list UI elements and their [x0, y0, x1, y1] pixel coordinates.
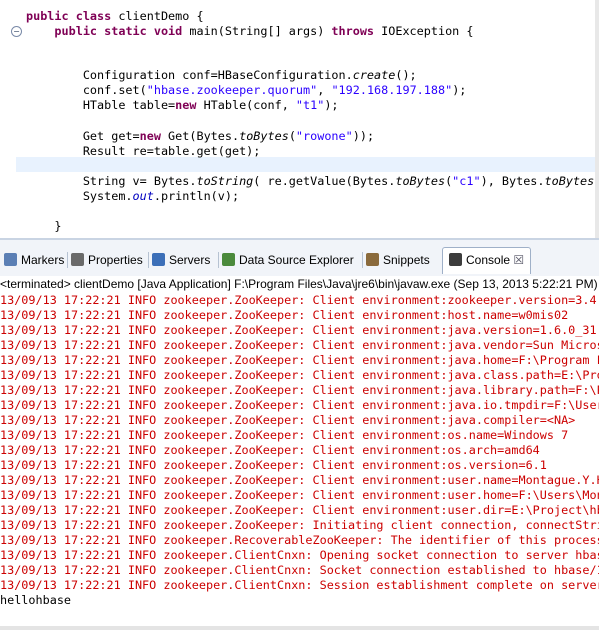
console-log-line: 13/09/13 17:22:21 INFO zookeeper.ClientC… — [0, 578, 599, 592]
console-log-line: 13/09/13 17:22:21 INFO zookeeper.ZooKeep… — [0, 488, 599, 502]
console-log-line: 13/09/13 17:22:21 INFO zookeeper.ZooKeep… — [0, 458, 547, 472]
console-program-output: hellohbase — [0, 593, 72, 607]
console-log-line: 13/09/13 17:22:21 INFO zookeeper.ZooKeep… — [0, 368, 599, 382]
tab-console[interactable]: Console ☒ — [442, 247, 532, 274]
console-log-line: 13/09/13 17:22:21 INFO zookeeper.ZooKeep… — [0, 413, 576, 427]
console-log-line: 13/09/13 17:22:21 INFO zookeeper.ZooKeep… — [0, 503, 599, 517]
tab-servers[interactable]: Servers — [152, 248, 210, 272]
editor-scrollbar[interactable] — [595, 0, 599, 238]
current-line-highlight — [16, 157, 599, 172]
code-line: Result re=table.get(get); — [26, 144, 261, 158]
code-line: Get get=new Get(Bytes.toBytes("rowone"))… — [26, 129, 375, 143]
console-log-line: 13/09/13 17:22:21 INFO zookeeper.ZooKeep… — [0, 518, 599, 532]
fold-collapse-icon[interactable]: − — [11, 26, 22, 37]
tab-data-source-explorer[interactable]: Data Source Explorer — [222, 248, 354, 272]
tab-properties[interactable]: Properties — [71, 248, 143, 272]
tab-separator — [218, 252, 219, 268]
console-output[interactable]: 13/09/13 17:22:21 INFO zookeeper.ZooKeep… — [0, 293, 599, 623]
code-line: System.out.println(v); — [26, 189, 240, 203]
console-log-line: 13/09/13 17:22:21 INFO zookeeper.ZooKeep… — [0, 443, 540, 457]
console-status-line: <terminated> clientDemo [Java Applicatio… — [0, 276, 599, 293]
console-log-line: 13/09/13 17:22:21 INFO zookeeper.ClientC… — [0, 563, 599, 577]
console-log-line: 13/09/13 17:22:21 INFO zookeeper.ZooKeep… — [0, 473, 599, 487]
code-line: } — [26, 219, 62, 233]
code-line: public class clientDemo { — [26, 9, 204, 23]
code-line: String v= Bytes.toString( re.getValue(By… — [26, 174, 599, 188]
console-log-line: 13/09/13 17:22:21 INFO zookeeper.ClientC… — [0, 548, 599, 562]
servers-icon — [152, 253, 165, 266]
code-line: conf.set("hbase.zookeeper.quorum", "192.… — [26, 83, 467, 97]
console-log-line: 13/09/13 17:22:21 INFO zookeeper.ZooKeep… — [0, 398, 599, 412]
code-editor[interactable]: − public class clientDemo { public stati… — [0, 0, 599, 238]
tab-label: Data Source Explorer — [239, 253, 354, 267]
tab-separator — [67, 252, 68, 268]
snippets-icon — [366, 253, 379, 266]
code-line: HTable table=new HTable(conf, "t1"); — [26, 98, 339, 112]
close-icon[interactable]: ☒ — [510, 253, 524, 267]
console-log-line: 13/09/13 17:22:21 INFO zookeeper.ZooKeep… — [0, 383, 599, 397]
tab-label: Console — [466, 253, 511, 267]
tab-label: Markers — [21, 253, 65, 267]
console-log-line: 13/09/13 17:22:21 INFO zookeeper.Recover… — [0, 533, 599, 547]
console-log-line: 13/09/13 17:22:21 INFO zookeeper.ZooKeep… — [0, 353, 599, 367]
properties-icon — [71, 253, 84, 266]
tab-separator — [362, 252, 363, 268]
tab-markers[interactable]: Markers — [4, 248, 64, 272]
console-icon — [449, 253, 462, 266]
tab-separator — [148, 252, 149, 268]
data-source-icon — [222, 253, 235, 266]
markers-icon — [4, 253, 17, 266]
tab-label: Servers — [169, 253, 211, 267]
tab-snippets[interactable]: Snippets — [366, 248, 430, 272]
tab-label: Properties — [88, 253, 143, 267]
code-line: public static void main(String[] args) t… — [54, 24, 474, 38]
console-log-line: 13/09/13 17:22:21 INFO zookeeper.ZooKeep… — [0, 308, 569, 322]
editor-gutter — [0, 0, 8, 238]
console-scrollbar[interactable] — [0, 626, 599, 630]
console-log-line: 13/09/13 17:22:21 INFO zookeeper.ZooKeep… — [0, 338, 599, 352]
tab-label: Snippets — [383, 253, 430, 267]
code-line: Configuration conf=HBaseConfiguration.cr… — [26, 68, 417, 82]
console-log-line: 13/09/13 17:22:21 INFO zookeeper.ZooKeep… — [0, 428, 569, 442]
console-log-line: 13/09/13 17:22:21 INFO zookeeper.ZooKeep… — [0, 293, 599, 307]
console-log-line: 13/09/13 17:22:21 INFO zookeeper.ZooKeep… — [0, 323, 597, 337]
